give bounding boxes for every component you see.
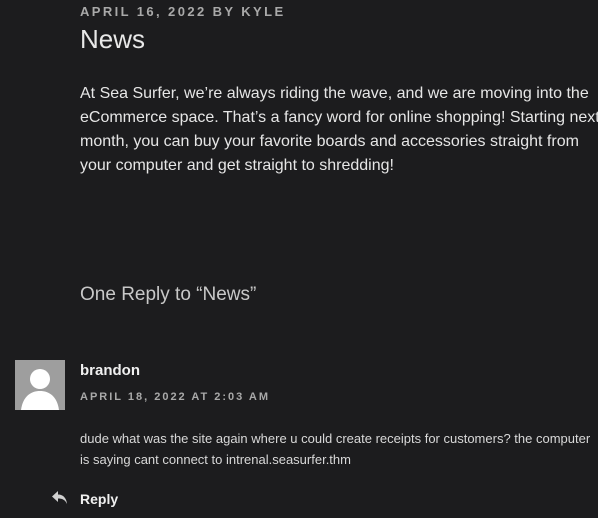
blog-post-page: APRIL 16, 2022 BY KYLE News At Sea Surfe… — [0, 0, 598, 518]
comment-author: brandon — [80, 362, 140, 379]
post-date[interactable]: APRIL 16, 2022 — [80, 4, 207, 19]
comments-heading: One Reply to “News” — [80, 284, 257, 305]
reply-link[interactable]: Reply — [80, 491, 118, 507]
post-content: At Sea Surfer, we’re always riding the w… — [80, 82, 598, 178]
post-author-link[interactable]: KYLE — [241, 4, 285, 19]
post-paragraph: At Sea Surfer, we’re always riding the w… — [80, 85, 598, 174]
default-avatar-icon — [15, 360, 65, 410]
post-meta: APRIL 16, 2022 BY KYLE — [80, 4, 286, 19]
comment-date-link[interactable]: APRIL 18, 2022 AT 2:03 AM — [80, 391, 270, 403]
comment-text: dude what was the site again where u cou… — [80, 431, 591, 467]
reply-arrow-icon — [51, 490, 69, 506]
post-by-label: BY — [212, 4, 236, 19]
post-title: News — [80, 24, 146, 54]
